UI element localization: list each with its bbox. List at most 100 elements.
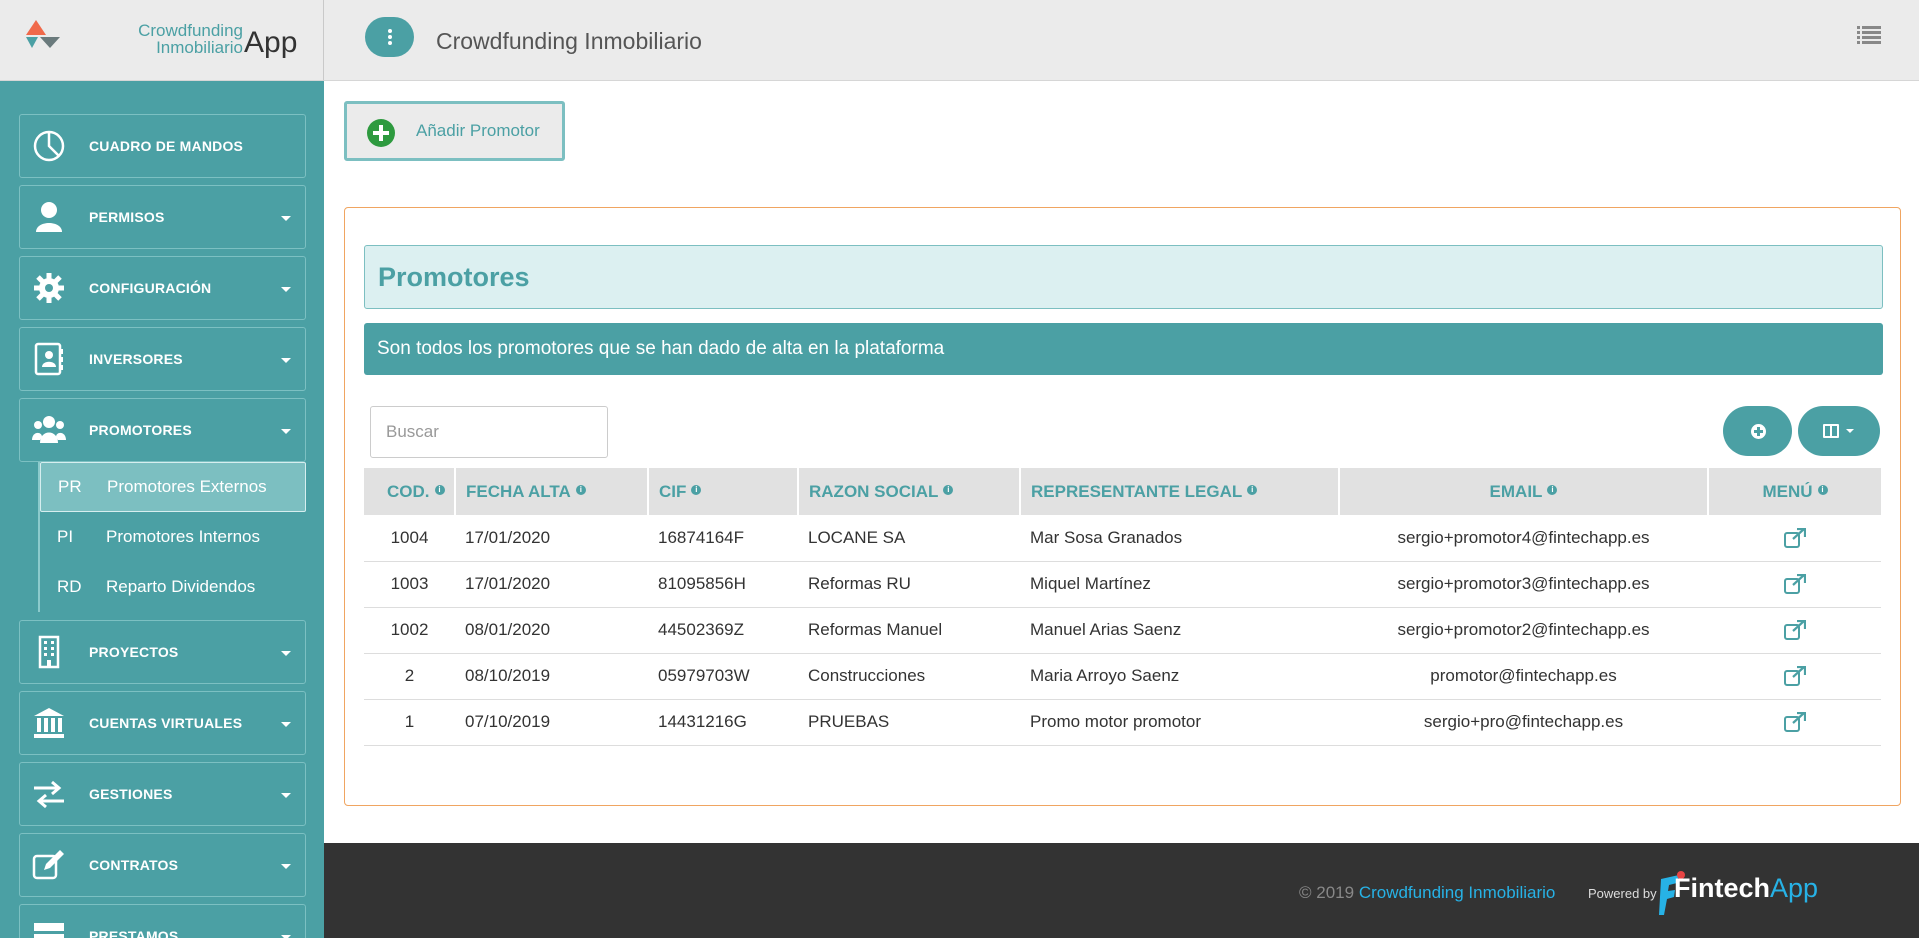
users-icon bbox=[32, 416, 66, 443]
sidebar-item-cuentas-virtuales[interactable]: CUENTAS VIRTUALES bbox=[19, 691, 306, 755]
table-row: 1 07/10/2019 14431216G PRUEBAS Promo motor p… bbox=[364, 699, 1881, 746]
exchange-icon bbox=[34, 780, 64, 809]
cell-fecha-alta: 17/01/2020 bbox=[455, 561, 648, 608]
powered-by-text: Powered by bbox=[1588, 886, 1657, 901]
cell-representante-legal: Promo motor promotor bbox=[1020, 699, 1339, 746]
subitem-abbr: RD bbox=[57, 577, 82, 596]
table-body: 1004 17/01/2020 16874164F LOCANE SA Mar Sosa… bbox=[364, 515, 1881, 746]
brand: Crowdfunding Inmobiliario App bbox=[0, 0, 324, 81]
dashboard-icon bbox=[33, 130, 65, 162]
add-row-button[interactable] bbox=[1723, 406, 1792, 456]
cell-cod: 2 bbox=[364, 653, 455, 700]
cell-cod: 1002 bbox=[364, 607, 455, 654]
info-icon: i bbox=[1817, 484, 1828, 495]
col-header-label: RAZON SOCIAL bbox=[809, 481, 939, 501]
subitem-label: Reparto Dividendos bbox=[106, 577, 256, 596]
promotores-table: COD. i FECHA ALTA i CIF i RAZON SOCIAL i REP… bbox=[364, 468, 1881, 746]
dots-vertical-icon-dot bbox=[388, 41, 392, 45]
col-header-label: CIF bbox=[659, 481, 687, 501]
col-header-email[interactable]: EMAIL i bbox=[1339, 468, 1709, 515]
cell-representante-legal: Maria Arroyo Saenz bbox=[1020, 653, 1339, 700]
sidebar-item-label: CONTRATOS bbox=[89, 857, 179, 873]
sidebar-item-cuadro-de-mandos[interactable]: CUADRO DE MANDOS bbox=[19, 114, 306, 178]
list-icon[interactable] bbox=[1857, 25, 1881, 45]
sidebar-item-gestiones[interactable]: GESTIONES bbox=[19, 762, 306, 826]
external-link-icon[interactable] bbox=[1783, 528, 1806, 548]
cell-fecha-alta: 08/01/2020 bbox=[455, 607, 648, 654]
sidebar-item-label: PERMISOS bbox=[89, 209, 165, 225]
contact-book-icon bbox=[34, 342, 63, 376]
cell-cod: 1 bbox=[364, 699, 455, 746]
cell-cod: 1003 bbox=[364, 561, 455, 608]
sidebar-item-contratos[interactable]: CONTRATOS bbox=[19, 833, 306, 897]
brand-app: App bbox=[244, 26, 298, 59]
card-title: Promotores bbox=[378, 262, 530, 292]
cell-email: sergio+promotor4@fintechapp.es bbox=[1339, 515, 1708, 562]
external-link-icon[interactable] bbox=[1783, 712, 1806, 733]
chevron-down-icon bbox=[281, 358, 291, 363]
sidebar-item-promotores[interactable]: PROMOTORES bbox=[19, 398, 306, 462]
col-header-representante-legal[interactable]: REPRESENTANTE LEGAL i bbox=[1020, 468, 1340, 515]
chevron-down-icon bbox=[281, 651, 291, 656]
footer-link[interactable]: Crowdfunding Inmobiliario bbox=[1359, 883, 1556, 902]
external-link-icon[interactable] bbox=[1783, 620, 1806, 641]
main-content: Añadir Promotor Promotores Son todos los… bbox=[324, 81, 1919, 843]
edit-icon bbox=[32, 850, 64, 880]
columns-toggle-button[interactable] bbox=[1798, 406, 1880, 456]
cell-fecha-alta: 08/10/2019 bbox=[455, 653, 648, 700]
cell-razon-social: Construcciones bbox=[798, 653, 1020, 700]
sidebar-subitem-promotores-internos[interactable]: PI Promotores Internos bbox=[40, 512, 306, 562]
col-header-razon-social[interactable]: RAZON SOCIAL i bbox=[798, 468, 1021, 515]
subitem-label: Promotores Externos bbox=[107, 477, 267, 496]
chevron-down-icon bbox=[281, 216, 291, 221]
cell-cif: 16874164F bbox=[648, 515, 798, 562]
col-header-menu[interactable]: MENÚ i bbox=[1708, 468, 1881, 515]
cell-menu bbox=[1708, 699, 1881, 746]
sidebar-item-permisos[interactable]: PERMISOS bbox=[19, 185, 306, 249]
sidebar-item-configuracion[interactable]: CONFIGURACIÓN bbox=[19, 256, 306, 320]
table-row: 1002 08/01/2020 44502369Z Reformas Manuel Ma… bbox=[364, 607, 1881, 654]
table-row: 2 08/10/2019 05979703W Construcciones Maria … bbox=[364, 653, 1881, 700]
cell-menu bbox=[1708, 561, 1881, 608]
col-header-cod[interactable]: COD. i bbox=[364, 468, 456, 515]
sidebar-item-label: INVERSORES bbox=[89, 351, 183, 367]
bank-icon bbox=[34, 708, 64, 738]
sidebar-item-inversores[interactable]: INVERSORES bbox=[19, 327, 306, 391]
cell-email: sergio+pro@fintechapp.es bbox=[1339, 699, 1708, 746]
chevron-down-icon bbox=[1846, 429, 1854, 433]
menu-toggle-button[interactable] bbox=[365, 17, 414, 57]
sidebar-item-prestamos[interactable]: PRESTAMOS bbox=[19, 904, 306, 938]
table-header-row: COD. i FECHA ALTA i CIF i RAZON SOCIAL i REP… bbox=[364, 468, 1881, 515]
col-header-label: REPRESENTANTE LEGAL bbox=[1031, 481, 1243, 501]
col-header-fecha-alta[interactable]: FECHA ALTA i bbox=[455, 468, 649, 515]
cell-representante-legal: Manuel Arias Saenz bbox=[1020, 607, 1339, 654]
info-icon: i bbox=[434, 484, 445, 495]
chevron-down-icon bbox=[281, 793, 291, 798]
copyright: © 2019 Crowdfunding Inmobiliario bbox=[1299, 883, 1555, 903]
info-icon: i bbox=[943, 484, 954, 495]
card-subtitle: Son todos los promotores que se han dado… bbox=[364, 323, 1883, 375]
sidebar-subitem-promotores-externos[interactable]: PR Promotores Externos bbox=[40, 462, 306, 512]
info-icon: i bbox=[691, 484, 702, 495]
sidebar-subitem-reparto-dividendos[interactable]: RD Reparto Dividendos bbox=[40, 562, 306, 612]
columns-icon bbox=[1823, 424, 1839, 438]
col-header-cif[interactable]: CIF i bbox=[648, 468, 799, 515]
external-link-icon[interactable] bbox=[1783, 666, 1806, 687]
cell-email: sergio+promotor3@fintechapp.es bbox=[1339, 561, 1708, 608]
subitem-abbr: PR bbox=[58, 477, 82, 496]
footer: © 2019 Crowdfunding Inmobiliario Powered… bbox=[324, 843, 1919, 938]
cell-razon-social: Reformas Manuel bbox=[798, 607, 1020, 654]
fintech-text-a: Fintech bbox=[1674, 873, 1771, 903]
external-link-icon[interactable] bbox=[1783, 574, 1806, 595]
building-icon bbox=[38, 635, 60, 669]
add-promotor-button[interactable]: Añadir Promotor bbox=[344, 101, 565, 161]
search-input[interactable] bbox=[370, 406, 608, 458]
cell-razon-social: PRUEBAS bbox=[798, 699, 1020, 746]
plus-circle-icon bbox=[1751, 424, 1766, 439]
plus-circle-icon bbox=[367, 119, 395, 147]
promotores-submenu: PR Promotores Externos PI Promotores Int… bbox=[38, 462, 306, 612]
cell-menu bbox=[1708, 653, 1881, 700]
table-row: 1003 17/01/2020 81095856H Reformas RU Miquel… bbox=[364, 561, 1881, 608]
sidebar-item-proyectos[interactable]: PROYECTOS bbox=[19, 620, 306, 684]
col-header-label: COD. bbox=[387, 481, 430, 501]
